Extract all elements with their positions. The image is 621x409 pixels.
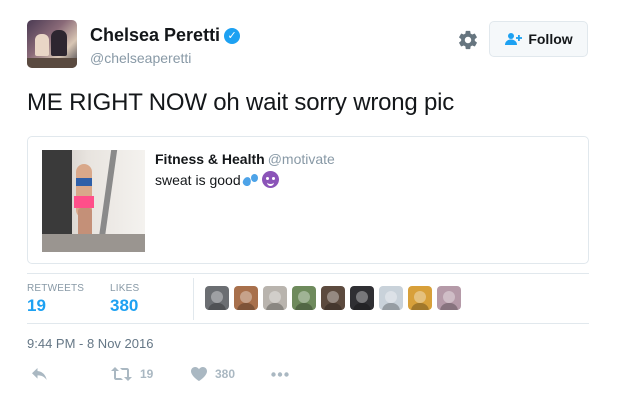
stats-divider-top <box>27 273 589 274</box>
quoted-tweet-text-row: sweat is good <box>155 171 279 188</box>
retweet-action-count: 19 <box>140 367 154 381</box>
likes-label[interactable]: LIKES <box>110 283 139 294</box>
quoted-author-row: Fitness & Health @motivate <box>155 151 335 167</box>
follow-button[interactable]: Follow <box>489 21 588 57</box>
heart-icon <box>191 367 207 381</box>
tweet-text: ME RIGHT NOW oh wait sorry wrong pic <box>27 89 455 116</box>
liker-avatar[interactable] <box>205 286 229 310</box>
like-button[interactable]: 380 <box>191 367 235 381</box>
like-action-count: 380 <box>215 367 236 381</box>
stats-divider-bottom <box>27 323 589 324</box>
liker-avatar[interactable] <box>379 286 403 310</box>
image-figure-top <box>76 178 92 186</box>
retweet-button[interactable]: 19 <box>111 367 153 381</box>
author-handle[interactable]: @chelseaperetti <box>90 50 191 66</box>
likers-avatars <box>205 286 461 310</box>
quoted-tweet-image[interactable] <box>42 150 145 252</box>
liker-avatar[interactable] <box>263 286 287 310</box>
author-name-row[interactable]: Chelsea Peretti ✓ <box>90 25 241 46</box>
gear-icon[interactable] <box>457 29 479 51</box>
verified-badge-icon: ✓ <box>224 28 241 44</box>
avatar-floor <box>27 58 77 68</box>
retweet-icon <box>111 367 132 381</box>
liker-avatar[interactable] <box>437 286 461 310</box>
author-name[interactable]: Chelsea Peretti <box>90 25 220 45</box>
likes-count[interactable]: 380 <box>110 296 138 316</box>
retweets-label[interactable]: RETWEETS <box>27 283 84 294</box>
smiling-devil-emoji-icon <box>261 171 279 188</box>
liker-avatar[interactable] <box>321 286 345 310</box>
quoted-author-handle: @motivate <box>267 151 335 167</box>
image-floor <box>42 234 145 252</box>
more-button[interactable] <box>271 372 289 377</box>
follow-label: Follow <box>528 31 573 47</box>
liker-avatar[interactable] <box>408 286 432 310</box>
add-user-icon <box>505 33 523 45</box>
liker-avatar[interactable] <box>292 286 316 310</box>
avatar-figure <box>35 34 49 56</box>
reply-button[interactable] <box>31 367 48 381</box>
liker-avatar[interactable] <box>234 286 258 310</box>
quoted-tweet-text: sweat is good <box>155 171 241 188</box>
retweets-count[interactable]: 19 <box>27 296 46 316</box>
tweet-timestamp[interactable]: 9:44 PM - 8 Nov 2016 <box>27 336 153 351</box>
stats-separator <box>193 278 194 320</box>
sweat-droplets-emoji-icon <box>242 173 260 187</box>
liker-avatar[interactable] <box>350 286 374 310</box>
more-icon <box>271 372 289 377</box>
quoted-author-name: Fitness & Health <box>155 151 265 167</box>
reply-icon <box>32 368 47 380</box>
image-figure-shorts <box>74 196 94 208</box>
avatar-figure <box>51 30 67 56</box>
author-avatar[interactable] <box>27 20 77 68</box>
